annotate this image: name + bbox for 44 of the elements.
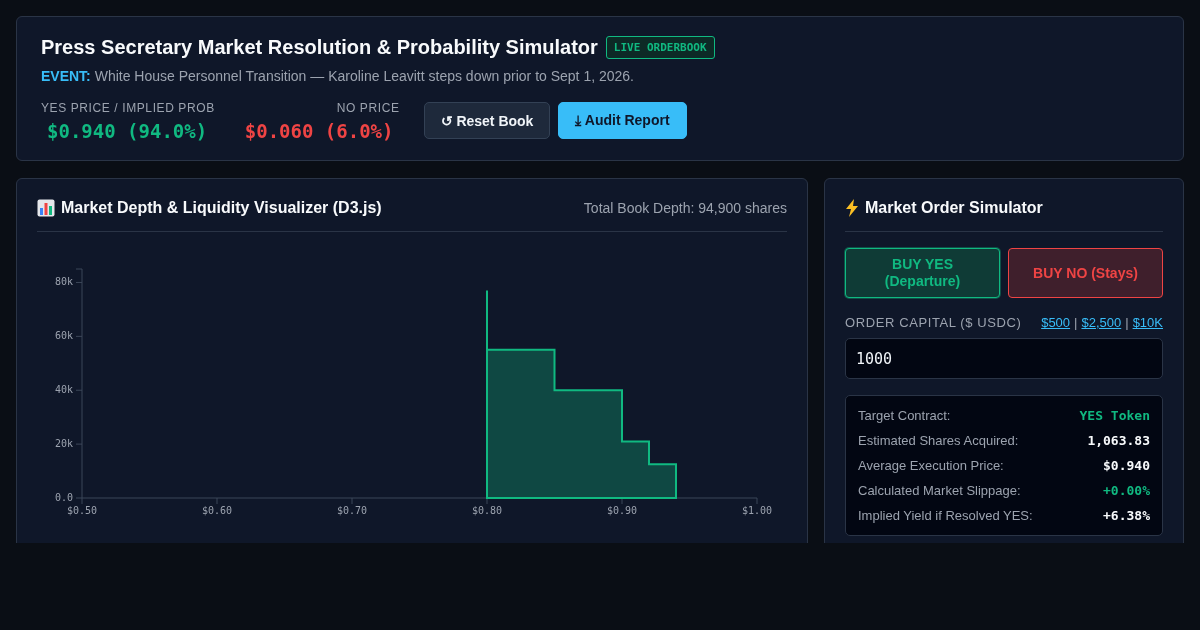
price-value: $0.940 (94.0%) xyxy=(46,120,209,142)
preset-link[interactable]: $10K xyxy=(1132,315,1163,330)
price-label: YES PRICE / IMPLIED PROB xyxy=(41,101,215,115)
buy-yes-button[interactable]: BUY YES (Departure) xyxy=(845,248,1000,298)
separator: | xyxy=(1125,315,1129,330)
event-description: EVENT: White House Personnel Transition — Karoline Leavitt steps down prior to Sept 1, 2026. xyxy=(41,68,635,84)
page-title: Press Secretary Market Resolution & Probability Simulator xyxy=(41,36,598,59)
y-tick-label: 80k xyxy=(54,276,73,288)
y-tick-label: 0.0 xyxy=(54,492,73,503)
panel-title: Market Depth & Liquidity Visualizer (D3.js) xyxy=(61,199,382,217)
panel-title: Market Order Simulator xyxy=(865,199,1043,217)
separator: | xyxy=(1074,315,1078,330)
x-tick-label: $0.90 xyxy=(606,505,638,516)
result-value: +6.38% xyxy=(1103,508,1150,523)
preset-link[interactable]: $2,500 xyxy=(1081,315,1122,330)
lightning-icon xyxy=(845,199,859,217)
capital-input[interactable]: 1000 xyxy=(845,338,1163,379)
reset-book-button[interactable]: ↺ Reset Book xyxy=(423,102,551,139)
result-label: Average Execution Price: xyxy=(858,458,1004,473)
result-value: +0.00% xyxy=(1103,483,1150,498)
x-tick-label: $0.80 xyxy=(471,505,503,516)
price-label: NO PRICE xyxy=(336,101,400,115)
price-value: $0.060 (6.0%) xyxy=(243,120,395,142)
y-tick-label: 20k xyxy=(54,438,73,450)
x-tick-label: $0.60 xyxy=(201,505,233,516)
result-label: Implied Yield if Resolved YES: xyxy=(858,508,1033,523)
buy-no-button[interactable]: BUY NO (Stays) xyxy=(1008,248,1163,298)
result-value: 1,063.83 xyxy=(1087,433,1150,448)
result-label: Calculated Market Slippage: xyxy=(858,483,1021,498)
capital-label: ORDER CAPITAL ($ USDC) xyxy=(845,315,1022,330)
result-label: Target Contract: xyxy=(858,408,951,423)
x-tick-label: $1.00 xyxy=(741,505,773,516)
result-label: Estimated Shares Acquired: xyxy=(858,433,1019,448)
audit-report-button[interactable]: ⤓ Audit Report xyxy=(558,102,687,139)
result-value: $0.940 xyxy=(1103,458,1150,473)
preset-link[interactable]: $500 xyxy=(1041,315,1071,330)
x-tick-label: $0.70 xyxy=(336,505,368,516)
status-badge: LIVE ORDERBOOK xyxy=(605,36,715,59)
y-tick-label: 40k xyxy=(54,384,73,396)
bar-chart-icon xyxy=(37,199,55,217)
y-tick-label: 60k xyxy=(54,330,73,342)
x-tick-label: $0.50 xyxy=(66,505,98,516)
result-value: YES Token xyxy=(1079,408,1150,423)
book-depth-total: Total Book Depth: 94,900 shares xyxy=(583,200,787,216)
